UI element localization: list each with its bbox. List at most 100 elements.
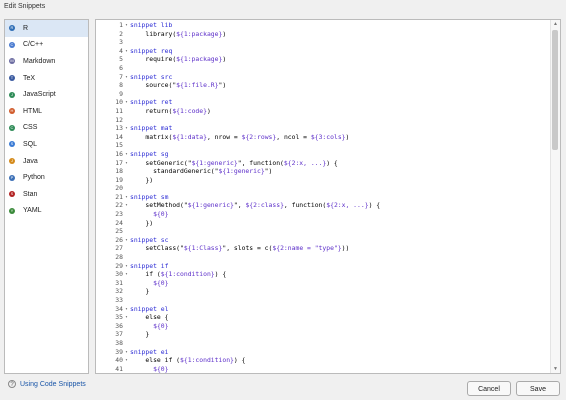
html-icon: H (9, 108, 15, 115)
fold-arrow-icon[interactable]: ▾ (123, 305, 130, 314)
code-line[interactable]: 4 ▾ snippet req (96, 47, 550, 56)
line-number: 9 (119, 89, 123, 98)
code-line[interactable]: 10 ▾ snippet ret (96, 98, 550, 107)
language-item-markdown[interactable]: M Markdown (5, 53, 88, 70)
code-line[interactable]: 25 (96, 227, 550, 236)
scroll-down-icon[interactable]: ▼ (551, 365, 560, 373)
code-line[interactable]: 6 (96, 64, 550, 73)
fold-arrow-icon[interactable]: ▾ (123, 356, 130, 365)
code-line[interactable]: 12 (96, 116, 550, 125)
code-line[interactable]: 33 (96, 296, 550, 305)
code-line[interactable]: 39 ▾ snippet ei (96, 348, 550, 357)
language-list[interactable]: R R C C/C++ M Markdown T TeX J JavaScript H HTML C CS… (4, 19, 89, 374)
code-line[interactable]: 14 matrix(${1:data}, nrow = ${2:rows}, n… (96, 133, 550, 142)
fold-arrow-icon[interactable]: ▾ (123, 159, 130, 168)
fold-arrow-icon[interactable]: ▾ (123, 150, 130, 159)
code-line[interactable]: 2 library(${1:package}) (96, 30, 550, 39)
fold-arrow-icon[interactable]: ▾ (123, 193, 130, 202)
code-line[interactable]: 31 ${0} (96, 279, 550, 288)
code-line[interactable]: 24 }) (96, 219, 550, 228)
fold-arrow-icon[interactable]: ▾ (123, 73, 130, 82)
code-line[interactable]: 21 ▾ snippet sm (96, 193, 550, 202)
code-line[interactable]: 27 setClass("${1:Class}", slots = c(${2:… (96, 244, 550, 253)
fold-gutter (123, 30, 130, 39)
code-line[interactable]: 42 } (96, 373, 550, 374)
code-line[interactable]: 16 ▾ snippet sg (96, 150, 550, 159)
code-line[interactable]: 8 source("${1:file.R}") (96, 81, 550, 90)
code-line[interactable]: 41 ${0} (96, 365, 550, 373)
code-line[interactable]: 20 (96, 184, 550, 193)
help-link[interactable]: ? Using Code Snippets (8, 380, 86, 388)
code-line[interactable]: 3 (96, 38, 550, 47)
code-line[interactable]: 13 ▾ snippet mat (96, 124, 550, 133)
code-line[interactable]: 28 (96, 253, 550, 262)
line-number: 40 (115, 356, 123, 365)
code-line[interactable]: 34 ▾ snippet el (96, 305, 550, 314)
line-number: 6 (119, 63, 123, 72)
code-line[interactable]: 9 (96, 90, 550, 99)
code-line[interactable]: 30 ▾ if (${1:condition}) { (96, 270, 550, 279)
code-area[interactable]: 1 ▾ snippet lib 2 library(${1:package}) 3 4 ▾ s… (96, 21, 550, 374)
fold-arrow-icon[interactable]: ▾ (123, 98, 130, 107)
code-line[interactable]: 23 ${0} (96, 210, 550, 219)
fold-arrow-icon[interactable]: ▾ (123, 313, 130, 322)
code-line[interactable]: 7 ▾ snippet src (96, 73, 550, 82)
code-line[interactable]: 29 ▾ snippet if (96, 262, 550, 271)
r-icon: R (9, 25, 15, 32)
snippet-editor[interactable]: 1 ▾ snippet lib 2 library(${1:package}) 3 4 ▾ s… (95, 19, 561, 374)
fold-arrow-icon[interactable]: ▾ (123, 21, 130, 30)
fold-gutter (123, 296, 130, 305)
help-link-label[interactable]: Using Code Snippets (20, 381, 86, 388)
language-item-stan[interactable]: S Stan (5, 186, 88, 203)
cancel-button[interactable]: Cancel (467, 381, 511, 396)
language-item-yaml[interactable]: Y YAML (5, 203, 88, 220)
code-text: snippet if (130, 261, 169, 270)
code-line[interactable]: 1 ▾ snippet lib (96, 21, 550, 30)
code-text: snippet sc (130, 235, 169, 244)
fold-arrow-icon[interactable]: ▾ (123, 47, 130, 56)
code-text: return(${1:code}) (130, 106, 211, 115)
code-line[interactable]: 36 ${0} (96, 322, 550, 331)
code-line[interactable]: 5 require(${1:package}) (96, 55, 550, 64)
code-line[interactable]: 37 } (96, 330, 550, 339)
fold-arrow-icon[interactable]: ▾ (123, 124, 130, 133)
code-line[interactable]: 32 } (96, 287, 550, 296)
language-item-html[interactable]: H HTML (5, 103, 88, 120)
line-number: 18 (115, 167, 123, 176)
fold-arrow-icon[interactable]: ▾ (123, 262, 130, 271)
code-line[interactable]: 26 ▾ snippet sc (96, 236, 550, 245)
code-line[interactable]: 18 standardGeneric("${1:generic}") (96, 167, 550, 176)
language-item-css[interactable]: C CSS (5, 120, 88, 137)
code-line[interactable]: 22 ▾ setMethod("${1:generic}", ${2:class}… (96, 201, 550, 210)
language-label: HTML (23, 107, 43, 115)
fold-gutter (123, 287, 130, 296)
language-item-python[interactable]: P Python (5, 169, 88, 186)
fold-arrow-icon[interactable]: ▾ (123, 201, 130, 210)
fold-gutter (123, 330, 130, 339)
save-button[interactable]: Save (516, 381, 560, 396)
language-item-sql[interactable]: S SQL (5, 136, 88, 153)
fold-arrow-icon[interactable]: ▾ (123, 348, 130, 357)
code-line[interactable]: 40 ▾ else if (${1:condition}) { (96, 356, 550, 365)
scroll-up-icon[interactable]: ▲ (551, 20, 560, 28)
code-line[interactable]: 38 (96, 339, 550, 348)
language-item-c-c-[interactable]: C C/C++ (5, 37, 88, 54)
fold-gutter (123, 55, 130, 64)
code-line[interactable]: 19 }) (96, 176, 550, 185)
language-item-java[interactable]: J Java (5, 153, 88, 170)
fold-arrow-icon[interactable]: ▾ (123, 270, 130, 279)
language-item-javascript[interactable]: J JavaScript (5, 86, 88, 103)
code-text: require(${1:package}) (130, 55, 227, 64)
scroll-thumb[interactable] (552, 30, 558, 150)
language-item-r[interactable]: RR (5, 20, 88, 37)
code-line[interactable]: 11 return(${1:code}) (96, 107, 550, 116)
fold-arrow-icon[interactable]: ▾ (123, 236, 130, 245)
fold-gutter (123, 210, 130, 219)
code-line[interactable]: 15 (96, 141, 550, 150)
code-line[interactable]: 35 ▾ else { (96, 313, 550, 322)
language-item-tex[interactable]: T TeX (5, 70, 88, 87)
code-line[interactable]: 17 ▾ setGeneric("${1:generic}", function(… (96, 159, 550, 168)
editor-scrollbar[interactable]: ▲ ▼ (550, 20, 560, 373)
